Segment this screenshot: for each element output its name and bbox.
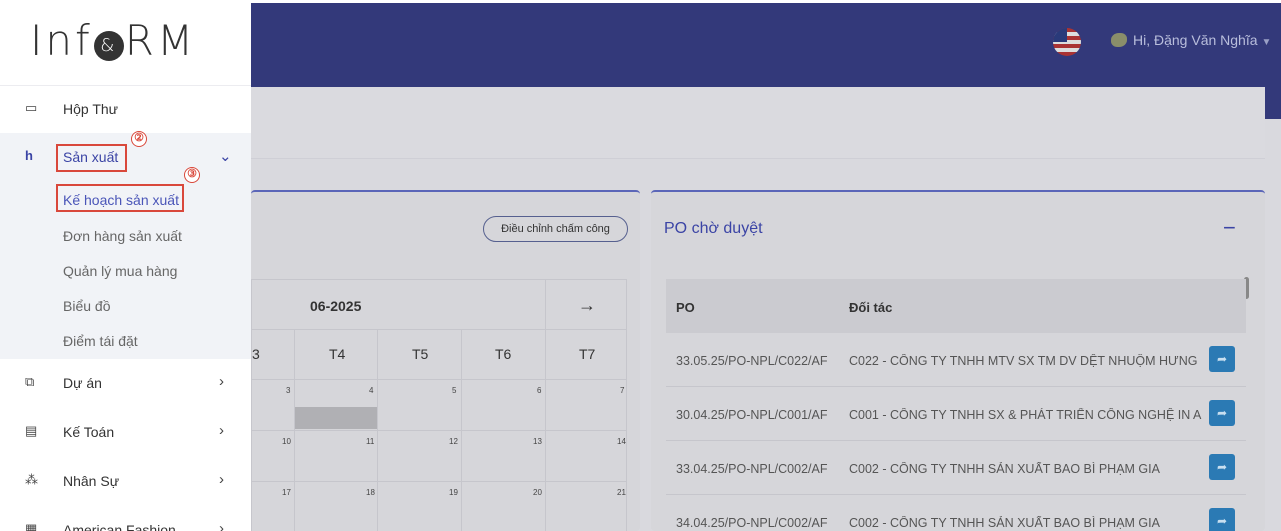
- sidebar-item-inbox[interactable]: ▭ Hộp Thư: [0, 86, 251, 132]
- chevron-right-icon: ›: [219, 422, 224, 439]
- sidebar-item-label: American Fashion: [63, 522, 176, 531]
- calendar-day[interactable]: 7: [620, 386, 624, 395]
- table-row: 33.04.25/PO-NPL/C002/AF C002 - CÔNG TY T…: [666, 441, 1246, 495]
- po-number: 33.04.25/PO-NPL/C002/AF: [676, 462, 828, 476]
- sidebar-item-american-fashion[interactable]: ▦ American Fashion ›: [0, 507, 251, 531]
- sidebar-item-accounting[interactable]: ▤ Kế Toán ›: [0, 409, 251, 455]
- column-header-po: PO: [676, 300, 695, 315]
- po-number: 33.05.25/PO-NPL/C022/AF: [676, 354, 828, 368]
- weekday-label: T5: [412, 346, 429, 362]
- calendar-day[interactable]: 20: [533, 488, 542, 497]
- building-icon: ▦: [25, 521, 38, 531]
- us-flag-icon[interactable]: [1053, 28, 1081, 56]
- step-marker-3: ③: [184, 167, 200, 183]
- avatar: [1111, 33, 1127, 47]
- share-icon[interactable]: ➦: [1209, 454, 1235, 480]
- calendar-week-row: 10 11 12 13 14: [252, 431, 626, 482]
- calendar-header: 06-2025 →: [252, 280, 626, 330]
- chevron-right-icon: ›: [219, 373, 224, 390]
- calendar-day[interactable]: 3: [286, 386, 290, 395]
- calendar-day[interactable]: 12: [449, 437, 458, 446]
- user-menu[interactable]: Hi, Đặng Văn Nghĩa ▼: [1111, 32, 1271, 48]
- calendar-day[interactable]: 21: [617, 488, 626, 497]
- user-greeting: Hi, Đặng Văn Nghĩa: [1133, 32, 1258, 48]
- next-month-button[interactable]: →: [545, 280, 628, 330]
- po-number: 30.04.25/PO-NPL/C001/AF: [676, 408, 828, 422]
- highlight-production-plan: [56, 184, 184, 212]
- calendar-day[interactable]: 4: [369, 386, 373, 395]
- calendar-day[interactable]: 5: [452, 386, 456, 395]
- calendar-day[interactable]: 17: [282, 488, 291, 497]
- weekday-label: T7: [579, 346, 596, 362]
- accounting-icon: ▤: [25, 423, 38, 438]
- adjust-attendance-button[interactable]: Điều chỉnh chấm công: [483, 216, 628, 242]
- calendar-week-row: 3 4 5 6 7: [252, 380, 626, 431]
- today-cell: [294, 407, 377, 429]
- po-pending-panel: PO chờ duyệt − PO Đối tác 33.05.25/PO-NP…: [651, 190, 1265, 531]
- share-icon[interactable]: ➦: [1209, 346, 1235, 372]
- table-row: 34.04.25/PO-NPL/C002/AF C002 - CÔNG TY T…: [666, 495, 1246, 531]
- calendar-weekdays: 3 T4 T5 T6 T7: [252, 330, 626, 380]
- calendar-day[interactable]: 11: [366, 437, 374, 446]
- table-row: 33.05.25/PO-NPL/C022/AF C022 - CÔNG TY T…: [666, 333, 1246, 387]
- share-icon[interactable]: ➦: [1209, 508, 1235, 531]
- grid-line: [377, 330, 378, 531]
- sidebar-item-label: Dự án: [63, 375, 102, 391]
- submenu-item-charts[interactable]: Biểu đồ: [63, 298, 110, 314]
- calendar-day[interactable]: 19: [449, 488, 458, 497]
- sidebar-item-hr[interactable]: ⁂ Nhân Sự ›: [0, 458, 251, 504]
- calendar-day[interactable]: 10: [282, 437, 291, 446]
- partner-name: C001 - CÔNG TY TNHH SX & PHÁT TRIỂN CÔNG…: [849, 408, 1202, 422]
- attendance-panel: Điều chỉnh chấm công 06-2025 → 3 T4 T5 T…: [251, 190, 640, 531]
- sidebar: Inf & RM ▭ Hộp Thư h Sản xuất ⌄ ② Kế hoạch…: [0, 0, 251, 531]
- table-header: PO Đối tác: [666, 279, 1246, 333]
- grid-line: [461, 330, 462, 531]
- calendar-day[interactable]: 18: [366, 488, 375, 497]
- header-edge: [1265, 87, 1281, 119]
- sidebar-item-label: Nhân Sự: [63, 473, 120, 489]
- partner-name: C022 - CÔNG TY TNHH MTV SX TM DV DỆT NHU…: [849, 354, 1198, 368]
- chevron-down-icon: ⌄: [219, 148, 232, 165]
- sidebar-item-label: Kế Toán: [63, 424, 115, 440]
- column-header-partner: Đối tác: [849, 300, 893, 315]
- collapse-button[interactable]: −: [1223, 215, 1236, 241]
- table-row: 30.04.25/PO-NPL/C001/AF C001 - CÔNG TY T…: [666, 387, 1246, 441]
- caret-down-icon: ▼: [1261, 37, 1272, 48]
- grid-line: [545, 330, 546, 531]
- chevron-right-icon: ›: [219, 520, 224, 531]
- chevron-right-icon: ›: [219, 471, 224, 488]
- calendar-day[interactable]: 14: [617, 437, 626, 446]
- submenu-item-purchasing[interactable]: Quản lý mua hàng: [63, 263, 177, 279]
- sidebar-item-label: Hộp Thư: [63, 101, 119, 117]
- highlight-production: [56, 144, 127, 172]
- users-icon: ⁂: [25, 472, 38, 487]
- project-icon: ⧉: [25, 374, 35, 389]
- weekday-label: T4: [329, 346, 346, 362]
- submenu-item-production-orders[interactable]: Đơn hàng sản xuất: [63, 228, 182, 244]
- calendar-day[interactable]: 13: [533, 437, 542, 446]
- partner-name: C002 - CÔNG TY TNHH SẢN XUẤT BAO BÌ PHẠM…: [849, 516, 1160, 530]
- submenu-item-reorder-point[interactable]: Điểm tái đặt: [63, 333, 138, 349]
- sidebar-item-projects[interactable]: ⧉ Dự án ›: [0, 360, 251, 406]
- step-marker-2: ②: [131, 131, 147, 147]
- page-band: [251, 87, 1265, 159]
- logo[interactable]: Inf & RM: [30, 16, 196, 65]
- weekday-label: 3: [252, 346, 260, 362]
- po-table: PO Đối tác 33.05.25/PO-NPL/C022/AF C022 …: [666, 279, 1246, 531]
- grid-line: [294, 330, 295, 531]
- attendance-calendar: 06-2025 → 3 T4 T5 T6 T7 3 4 5 6 7 10 11 …: [251, 279, 627, 531]
- partner-name: C002 - CÔNG TY TNHH SẢN XUẤT BAO BÌ PHẠM…: [849, 462, 1160, 476]
- share-icon[interactable]: ➦: [1209, 400, 1235, 426]
- weekday-label: T6: [495, 346, 512, 362]
- factory-icon: h: [25, 148, 33, 163]
- po-number: 34.04.25/PO-NPL/C002/AF: [676, 516, 828, 530]
- inbox-icon: ▭: [25, 100, 38, 115]
- panel-title: PO chờ duyệt: [664, 220, 763, 237]
- calendar-month: 06-2025: [310, 298, 362, 314]
- calendar-day[interactable]: 6: [537, 386, 541, 395]
- calendar-week-row: 17 18 19 20 21: [252, 482, 626, 531]
